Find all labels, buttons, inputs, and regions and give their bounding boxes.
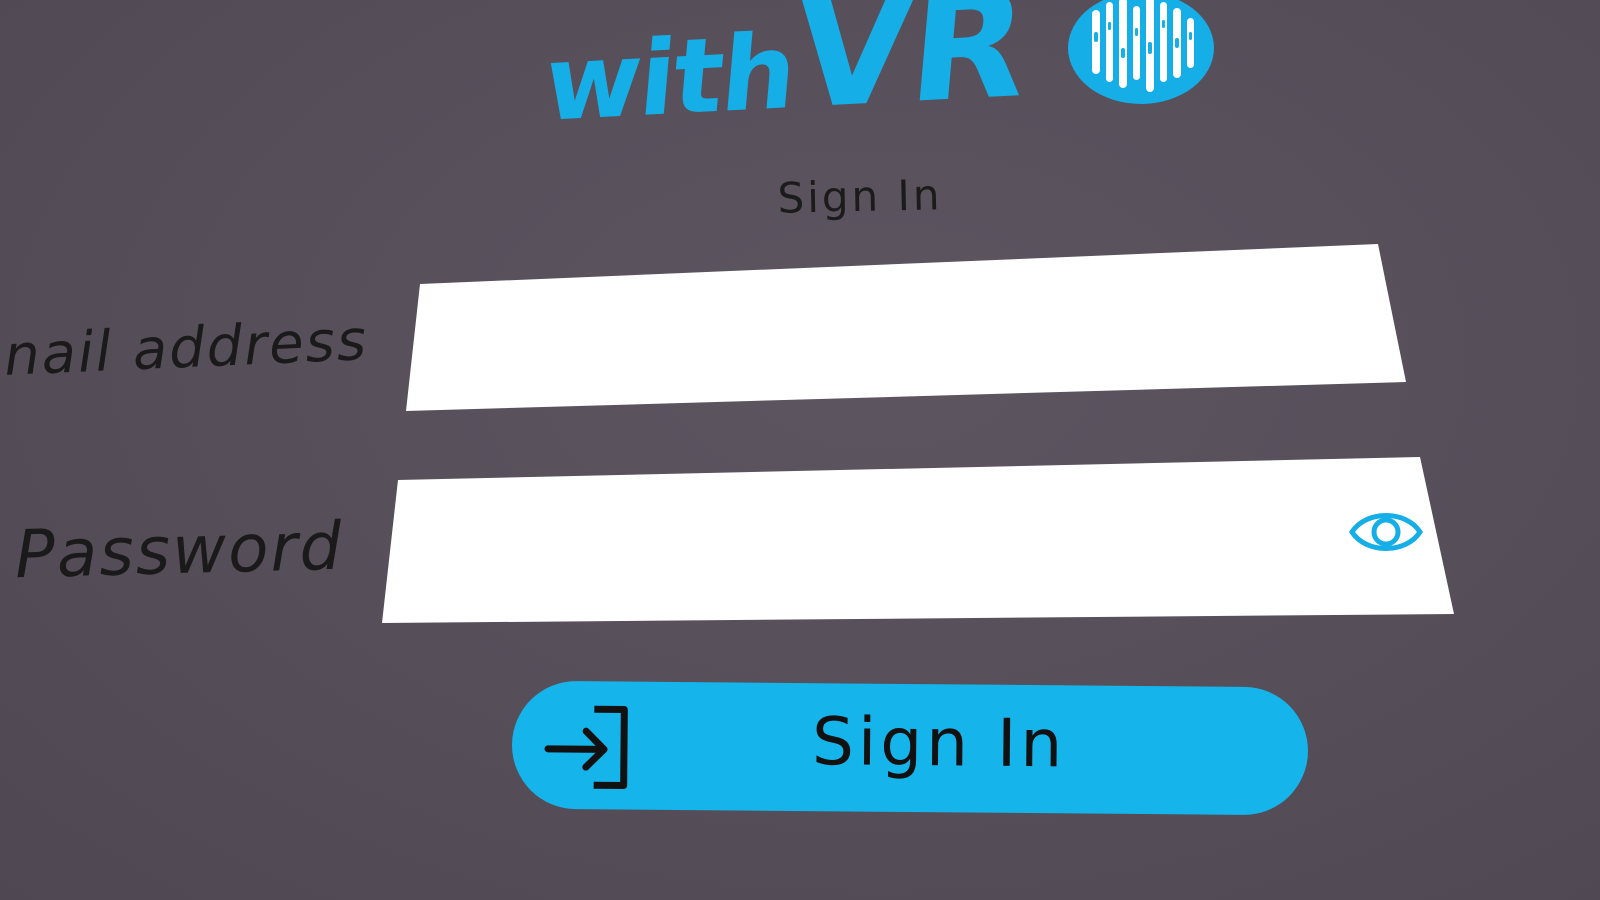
sign-in-button[interactable]: Sign In	[511, 680, 1309, 816]
show-password-toggle[interactable]	[1348, 506, 1424, 558]
brand-name-vr: VR	[787, 0, 1033, 144]
sign-in-button-label: Sign In	[811, 703, 1067, 783]
email-label: nail address	[2, 308, 370, 389]
brand-logo-icon	[1068, 0, 1214, 104]
password-field[interactable]	[410, 468, 1330, 592]
sign-in-screen: with VR Sign In nail address Password Si…	[0, 0, 1600, 900]
brand-wordmark: with VR	[539, 0, 1033, 145]
password-label: Password	[13, 507, 344, 594]
eye-icon	[1349, 513, 1423, 551]
page-title: Sign In	[777, 170, 943, 223]
sign-in-arrow-icon	[544, 705, 628, 790]
brand-name-with: with	[539, 10, 800, 145]
email-field[interactable]	[428, 262, 1358, 382]
